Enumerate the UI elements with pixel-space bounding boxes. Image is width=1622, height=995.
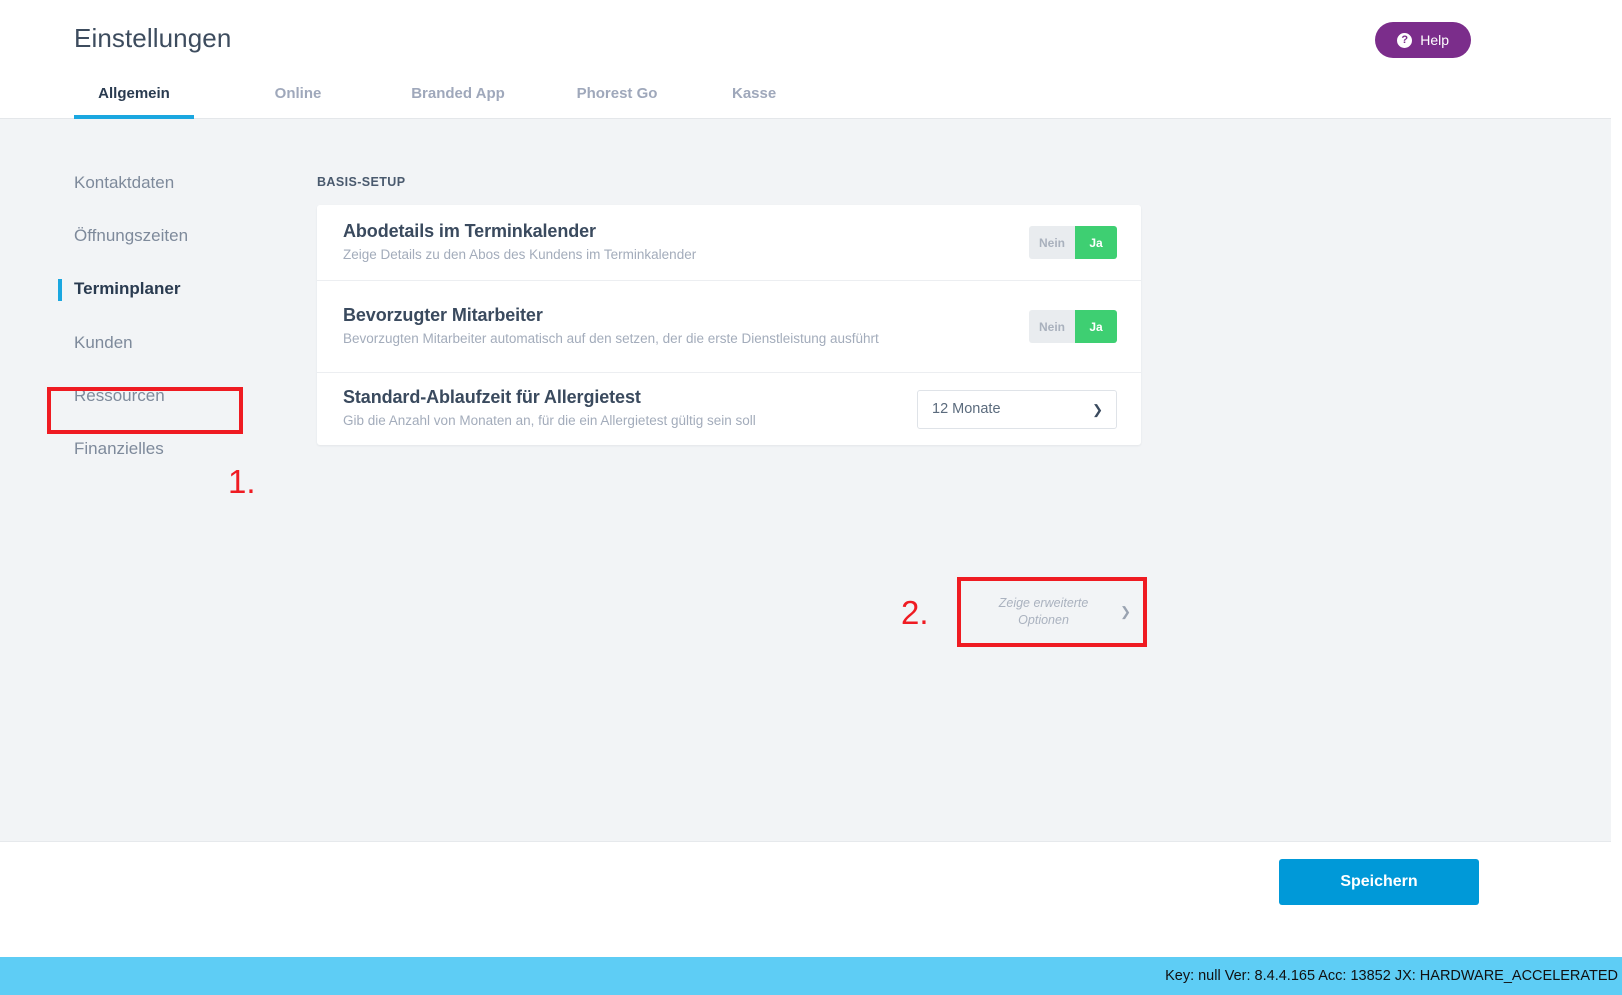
page-title: Einstellungen <box>74 23 232 53</box>
sidebar-item-label: Terminplaner <box>74 279 181 298</box>
sidebar-item-ressourcen[interactable]: Ressourcen <box>74 386 165 406</box>
toggle-bevorzugter-mitarbeiter[interactable]: Nein Ja <box>1028 310 1117 343</box>
toggle-abodetails[interactable]: Nein Ja <box>1028 226 1117 259</box>
allergietest-duration-select-wrap: 12 Monate ❯ <box>917 389 1117 429</box>
toggle-option-ja[interactable]: Ja <box>1075 310 1117 343</box>
status-bar: Key: null Ver: 8.4.4.165 Acc: 13852 JX: … <box>0 957 1622 995</box>
status-bar-text: Key: null Ver: 8.4.4.165 Acc: 13852 JX: … <box>1165 968 1618 984</box>
toggle-option-nein[interactable]: Nein <box>1028 226 1075 259</box>
tab-kasse[interactable]: Kasse <box>732 85 776 119</box>
save-button[interactable]: Speichern <box>1279 859 1479 905</box>
help-button-label: Help <box>1420 32 1449 48</box>
chevron-right-icon: ❯ <box>1120 604 1131 619</box>
tab-allgemein[interactable]: Allgemein <box>74 85 194 119</box>
sidebar-item-kontaktdaten[interactable]: Kontaktdaten <box>74 173 174 193</box>
page-header: Einstellungen ? Help Allgemein Online Br… <box>0 0 1611 119</box>
toggle-option-ja[interactable]: Ja <box>1075 226 1117 259</box>
sidebar-item-kunden[interactable]: Kunden <box>74 333 133 353</box>
setting-description: Bevorzugten Mitarbeiter automatisch auf … <box>343 330 879 346</box>
annotation-step-2: 2. <box>901 594 929 631</box>
setting-title: Abodetails im Terminkalender <box>343 220 596 241</box>
page-footer: Speichern <box>0 841 1611 921</box>
question-circle-icon: ? <box>1397 32 1413 48</box>
tab-phorest-go[interactable]: Phorest Go <box>562 85 672 119</box>
tab-branded-app[interactable]: Branded App <box>398 85 518 119</box>
help-button[interactable]: ? Help <box>1375 22 1471 58</box>
tab-online[interactable]: Online <box>258 85 338 119</box>
setting-title: Standard-Ablaufzeit für Allergietest <box>343 387 641 408</box>
active-indicator-bar <box>58 279 62 301</box>
sidebar-item-terminplaner[interactable]: Terminplaner <box>58 279 181 301</box>
sidebar-item-oeffnungszeiten[interactable]: Öffnungszeiten <box>74 226 188 246</box>
setting-row-abodetails: Abodetails im Terminkalender Zeige Detai… <box>317 205 1141 281</box>
setting-title: Bevorzugter Mitarbeiter <box>343 304 543 325</box>
allergietest-duration-select[interactable]: 12 Monate <box>917 389 1117 429</box>
section-label: BASIS-SETUP <box>317 175 406 189</box>
setting-description: Zeige Details zu den Abos des Kundens im… <box>343 246 697 262</box>
setting-text: Standard-Ablaufzeit für Allergietest Gib… <box>343 387 917 431</box>
show-advanced-options-button[interactable]: Zeige erweiterte Optionen ❯ <box>959 579 1145 645</box>
right-gutter <box>1611 0 1622 957</box>
setting-row-allergietest: Standard-Ablaufzeit für Allergietest Gib… <box>317 373 1141 445</box>
settings-page: Einstellungen ? Help Allgemein Online Br… <box>0 0 1622 995</box>
annotation-step-1: 1. <box>228 463 256 500</box>
tab-bar: Allgemein Online Branded App Phorest Go … <box>74 78 840 119</box>
toggle-option-nein[interactable]: Nein <box>1028 310 1075 343</box>
select-value: 12 Monate <box>932 401 1001 417</box>
sidebar-item-finanzielles[interactable]: Finanzielles <box>74 439 164 459</box>
settings-body: Kontaktdaten Öffnungszeiten Terminplaner… <box>0 119 1611 841</box>
setting-description: Gib die Anzahl von Monaten an, für die e… <box>343 413 756 429</box>
setting-row-bevorzugter-mitarbeiter: Bevorzugter Mitarbeiter Bevorzugten Mita… <box>317 281 1141 373</box>
setting-text: Abodetails im Terminkalender Zeige Detai… <box>343 221 1029 265</box>
show-advanced-options-label: Zeige erweiterte Optionen <box>998 596 1089 627</box>
setting-text: Bevorzugter Mitarbeiter Bevorzugten Mita… <box>343 305 1029 349</box>
settings-card: Abodetails im Terminkalender Zeige Detai… <box>317 205 1141 445</box>
